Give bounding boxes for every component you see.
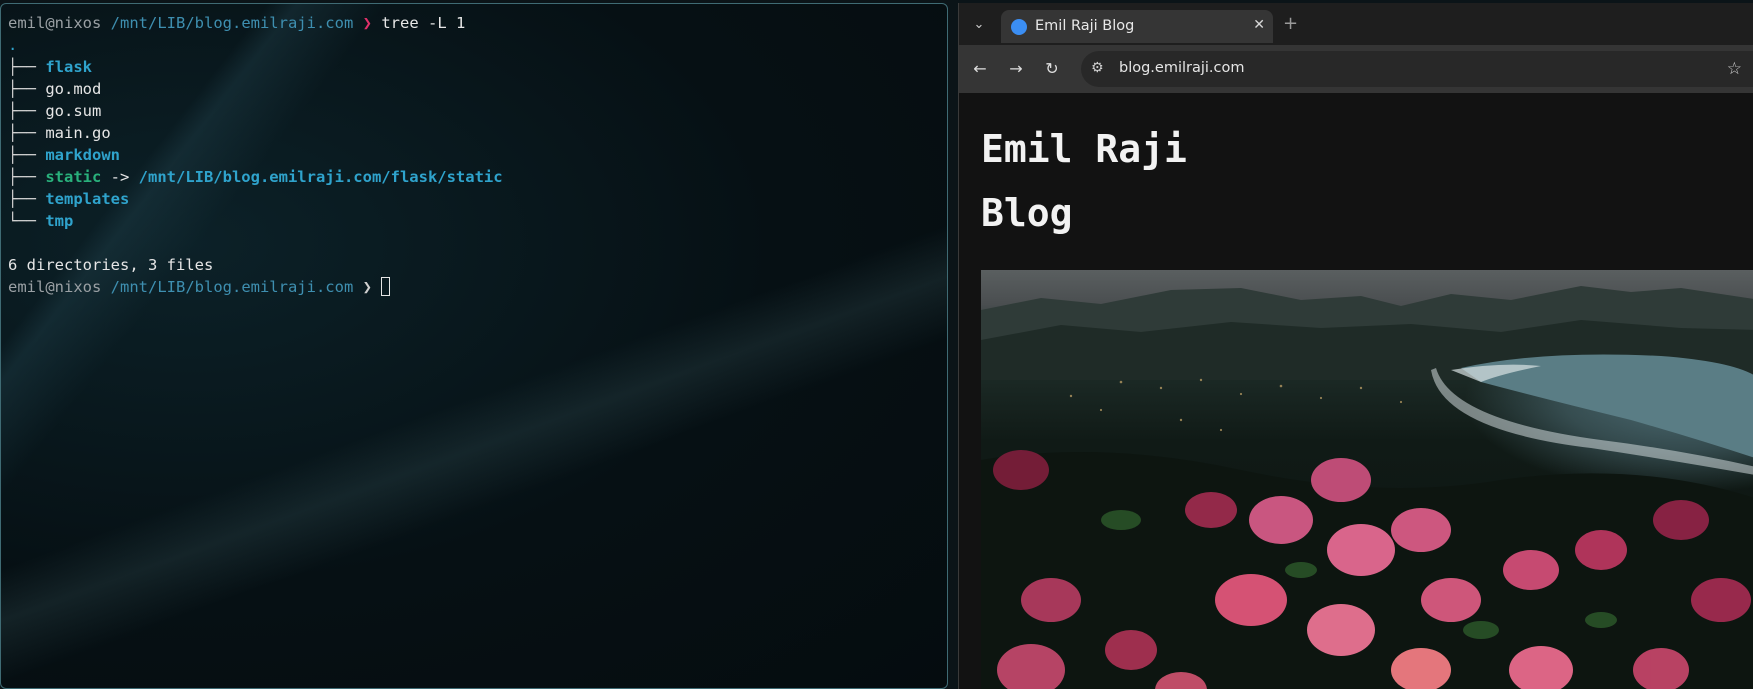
tab-list-icon[interactable]: ⌄ [967,13,991,37]
bookmark-star-icon[interactable]: ☆ [1727,59,1742,79]
terminal-cursor[interactable] [381,277,391,296]
terminal-window[interactable]: emil@nixos /mnt/LIB/blog.emilraji.com ❯ … [0,3,948,689]
tab-title: Emil Raji Blog [1035,18,1135,34]
tree-entry-name: markdown [45,146,120,164]
tree-entry-name: go.sum [45,102,102,120]
prompt-char: ❯ [362,278,372,296]
web-page: Emil Raji Blog [959,93,1753,689]
browser-window: ⌄ Emil Raji Blog ✕ + ← → ↻ ⚙ blog.emilra… [958,3,1753,689]
tree-entry: ├── go.mod [8,80,101,98]
reload-icon[interactable]: ↻ [1041,58,1063,80]
tree-entry-name: static [45,168,102,186]
tree-entry: ├── static -> /mnt/LIB/blog.emilraji.com… [8,168,503,186]
tree-entry-name: templates [45,190,130,208]
tree-summary: 6 directories, 3 files [8,256,214,274]
symlink-arrow: -> [101,168,139,186]
terminal-output: emil@nixos /mnt/LIB/blog.emilraji.com ❯ … [8,12,503,298]
prompt-cwd: /mnt/LIB/blog.emilraji.com [110,278,354,296]
tab-bar: ⌄ Emil Raji Blog ✕ + [959,3,1753,45]
tree-branch: ├── [8,190,46,208]
close-icon[interactable]: ✕ [1253,17,1265,33]
forward-icon[interactable]: → [1005,58,1027,80]
tree-listing: ├── flask ├── go.mod ├── go.sum ├── main… [8,58,503,230]
tree-branch: ├── [8,58,46,76]
prompt-1: emil@nixos /mnt/LIB/blog.emilraji.com ❯ … [8,14,465,32]
tree-entry: ├── templates [8,190,129,208]
tree-root: . [8,36,18,54]
page-title-line-1: Emil Raji [981,127,1187,171]
tree-branch: └── [8,212,46,230]
address-bar[interactable]: ⚙ blog.emilraji.com [1081,51,1753,87]
tab-emil-raji-blog[interactable]: Emil Raji Blog ✕ [1001,10,1273,43]
tree-entry: └── tmp [8,212,73,230]
prompt-2: emil@nixos /mnt/LIB/blog.emilraji.com ❯ [8,277,391,296]
prompt-char: ❯ [362,14,372,32]
tree-branch: ├── [8,102,46,120]
favicon-icon [1011,19,1027,35]
landscape-flowers-photo [981,286,1753,689]
prompt-user-host: emil@nixos [8,278,102,296]
tree-entry: ├── main.go [8,124,111,142]
tree-entry: ├── go.sum [8,102,101,120]
symlink-target: /mnt/LIB/blog.emilraji.com/flask/static [138,168,503,186]
browser-toolbar: ← → ↻ ⚙ blog.emilraji.com [959,45,1753,93]
site-info-icon[interactable]: ⚙ [1091,60,1104,76]
prompt-user-host: emil@nixos [8,14,102,32]
tree-branch: ├── [8,80,46,98]
back-icon[interactable]: ← [969,58,991,80]
new-tab-button[interactable]: + [1283,13,1298,34]
hero-image [981,270,1753,689]
prompt-cwd: /mnt/LIB/blog.emilraji.com [110,14,354,32]
tree-entry-name: tmp [45,212,74,230]
tree-entry-name: flask [45,58,92,76]
tree-entry-name: main.go [45,124,111,142]
tree-branch: ├── [8,146,46,164]
tree-branch: ├── [8,124,46,142]
tree-branch: ├── [8,168,46,186]
tree-entry: ├── flask [8,58,92,76]
tree-entry: ├── markdown [8,146,120,164]
url-text[interactable]: blog.emilraji.com [1119,60,1245,76]
page-title: Emil Raji Blog [981,117,1187,245]
page-title-line-2: Blog [981,191,1073,235]
command-text: tree -L 1 [381,14,466,32]
tree-entry-name: go.mod [45,80,102,98]
